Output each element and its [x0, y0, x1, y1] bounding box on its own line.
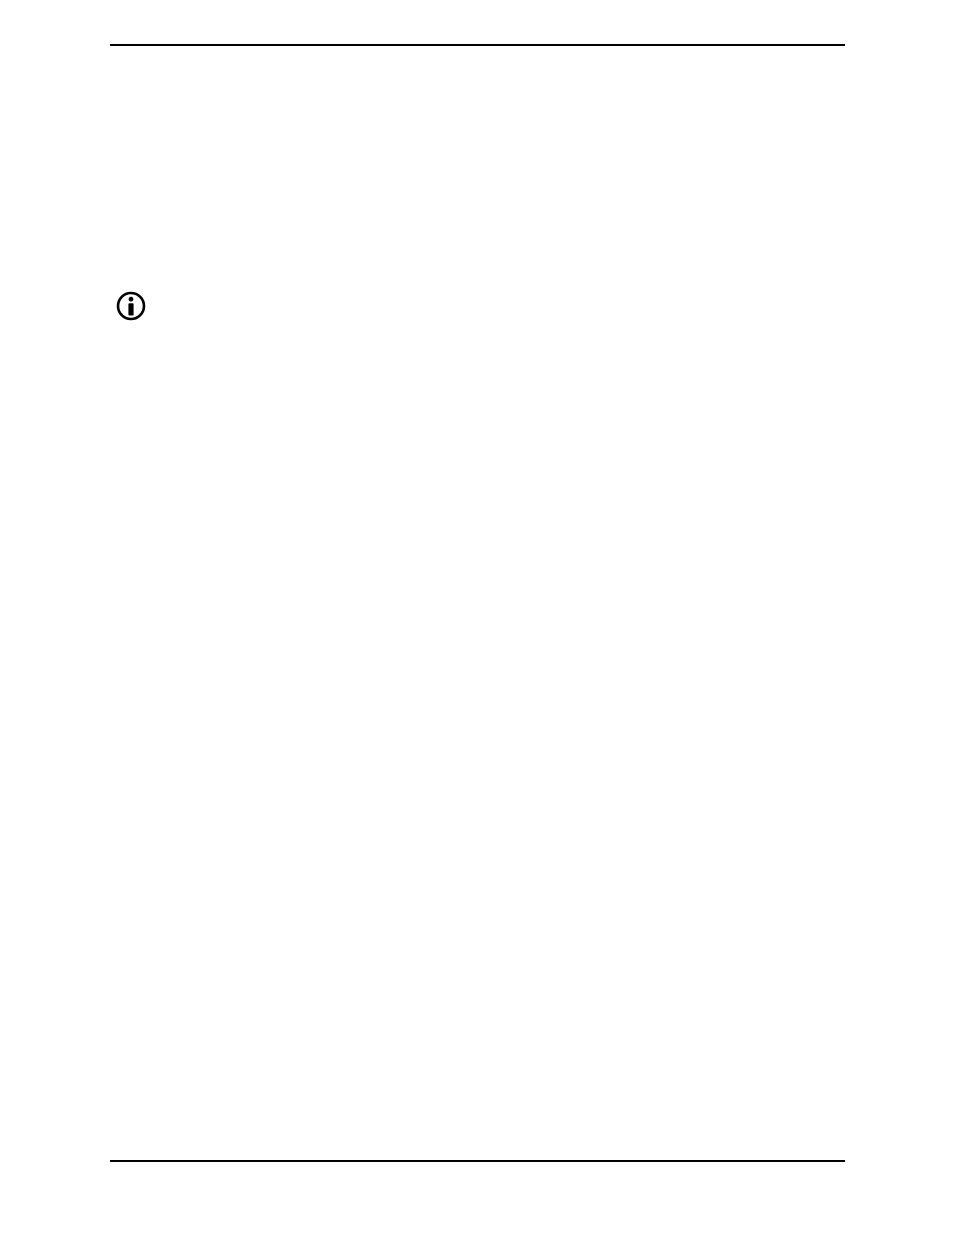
- document-page: [0, 0, 954, 1235]
- info-icon: [115, 290, 147, 322]
- top-horizontal-rule: [110, 44, 845, 46]
- bottom-horizontal-rule: [110, 1160, 845, 1162]
